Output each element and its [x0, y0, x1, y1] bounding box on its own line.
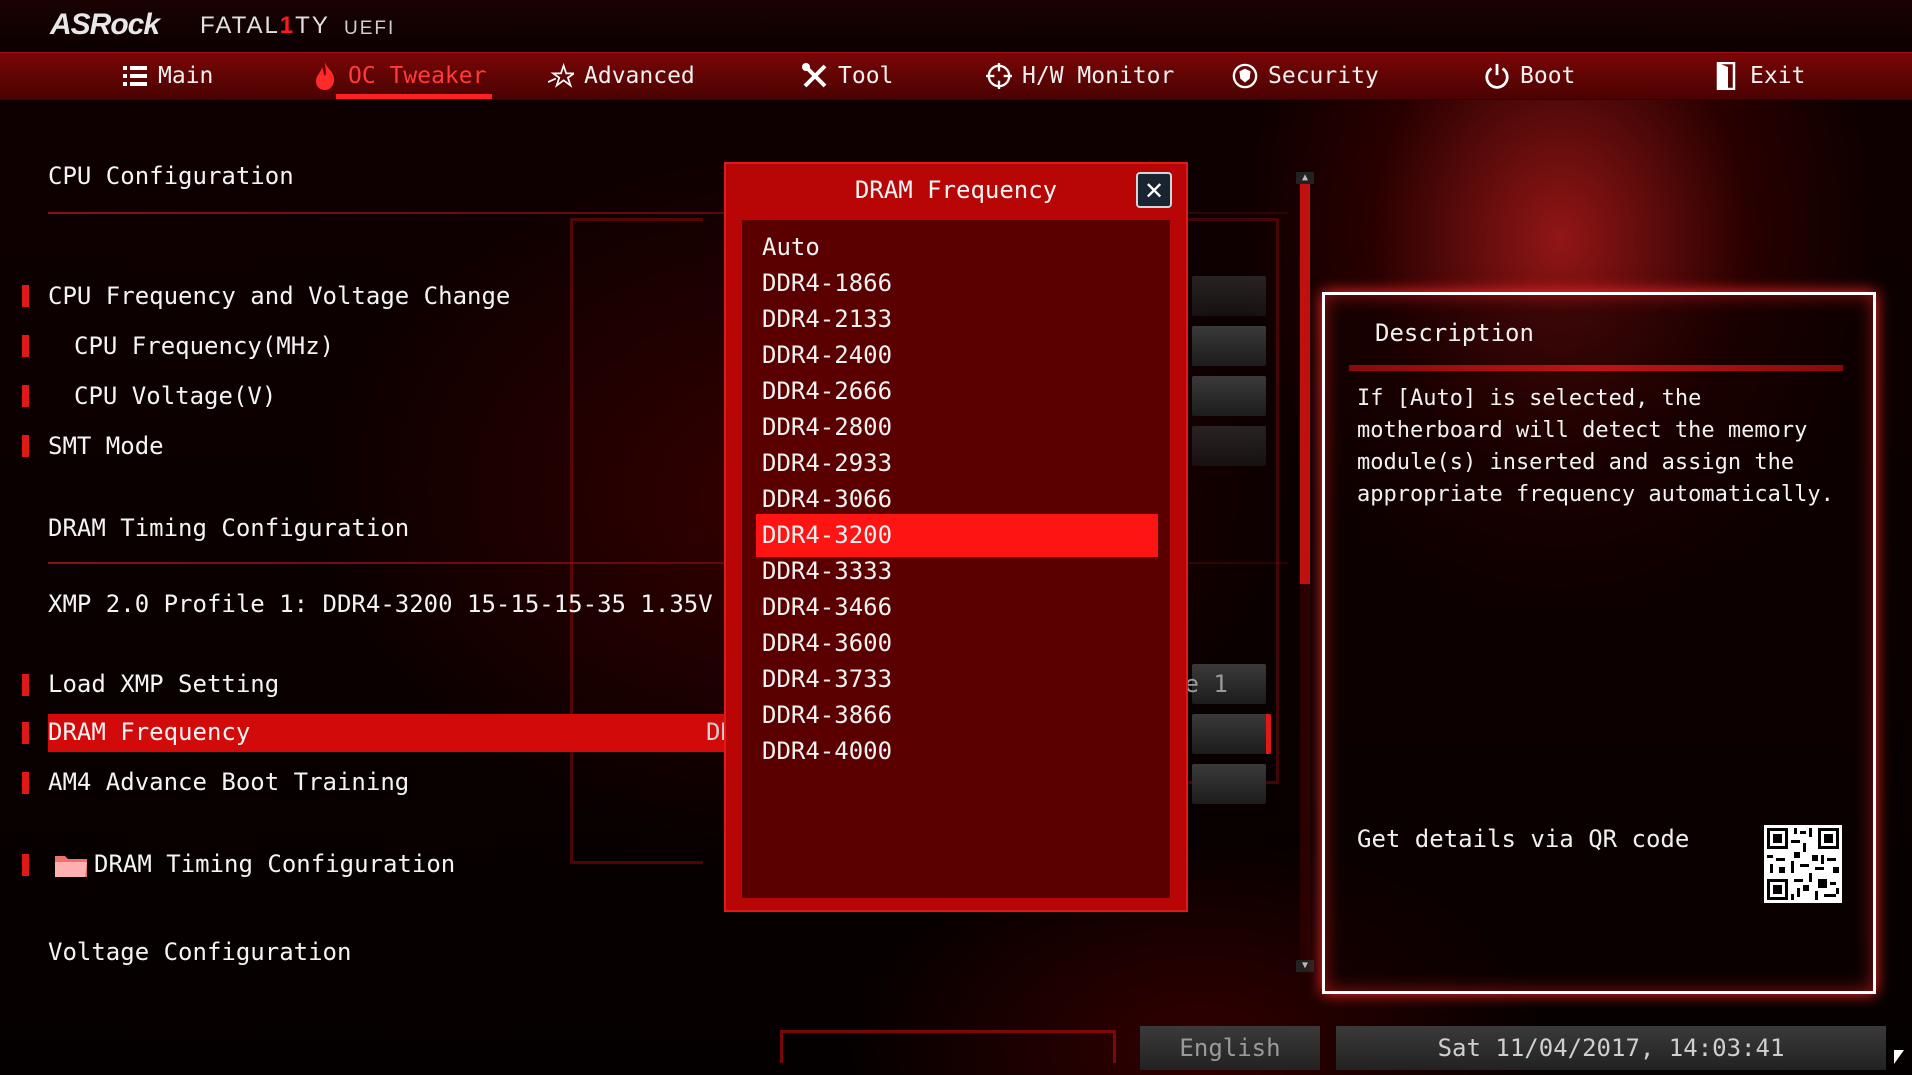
dram-frequency-dialog: DRAM Frequency ✕ Auto DDR4-1866 DDR4-213… [724, 162, 1188, 912]
item-marker [22, 385, 29, 407]
xmp-profile-info: XMP 2.0 Profile 1: DDR4-3200 15-15-15-35… [48, 590, 713, 618]
menu-item-smt-mode[interactable]: SMT Mode [48, 432, 164, 460]
decorative-frame [780, 1030, 1116, 1063]
submenu-dram-timing-configuration[interactable]: DRAM Timing Configuration [94, 850, 455, 878]
tab-oc-tweaker[interactable]: OC Tweaker [312, 61, 493, 99]
dram-frequency-value-box[interactable] [1192, 714, 1271, 754]
top-header: ASRock FATAL1TY UEFI [0, 0, 1912, 52]
tab-hw-monitor[interactable]: H/W Monitor [986, 61, 1174, 91]
description-divider [1349, 365, 1843, 371]
item-marker [22, 772, 29, 794]
am4-boot-training-value-box[interactable] [1192, 764, 1266, 804]
tab-security[interactable]: Security [1232, 61, 1379, 91]
language-selector[interactable]: English [1140, 1026, 1320, 1070]
tab-label: H/W Monitor [1022, 63, 1175, 89]
close-button[interactable]: ✕ [1136, 172, 1172, 208]
dialog-title: DRAM Frequency [854, 176, 1058, 204]
power-icon [1484, 63, 1510, 89]
tab-label: Advanced [584, 63, 695, 89]
folder-icon [54, 852, 88, 882]
tools-icon [802, 63, 828, 89]
value-box [1192, 376, 1266, 416]
star-icon [548, 63, 574, 89]
tab-label: Main [158, 63, 214, 89]
qr-code-image[interactable] [1764, 825, 1842, 903]
tab-boot[interactable]: Boot [1484, 61, 1575, 91]
item-marker [22, 335, 29, 357]
section-voltage-configuration[interactable]: Voltage Configuration [48, 938, 351, 966]
option-ddr4-4000[interactable]: DDR4-4000 [756, 730, 1158, 773]
menu-item-dram-frequency[interactable]: DRAM Frequency [48, 718, 250, 746]
shield-icon [1232, 63, 1258, 89]
menu-item-load-xmp-setting[interactable]: Load XMP Setting [48, 670, 279, 698]
description-panel: Description If [Auto] is selected, the m… [1322, 292, 1876, 994]
value-box [1192, 426, 1266, 466]
item-marker [22, 285, 29, 307]
tab-label: OC Tweaker [348, 63, 487, 89]
flame-icon [312, 62, 338, 90]
crosshair-icon [986, 63, 1012, 89]
menu-item-cpu-freq-voltage-change[interactable]: CPU Frequency and Voltage Change [48, 282, 510, 310]
scrollbar-thumb[interactable] [1300, 182, 1310, 584]
tab-label: Security [1268, 63, 1379, 89]
fatality-logo: FATAL1TY [200, 12, 330, 39]
scroll-down-arrow[interactable]: ▼ [1296, 960, 1314, 972]
description-title: Description [1375, 319, 1534, 347]
menu-item-am4-advance-boot-training[interactable]: AM4 Advance Boot Training [48, 768, 409, 796]
item-marker [22, 435, 29, 457]
section-dram-timing-configuration[interactable]: DRAM Timing Configuration [48, 514, 409, 542]
frequency-option-list: Auto DDR4-1866 DDR4-2133 DDR4-2400 DDR4-… [742, 220, 1170, 898]
item-marker [22, 854, 29, 876]
tab-advanced[interactable]: Advanced [548, 61, 695, 91]
door-exit-icon [1714, 62, 1740, 90]
menu-item-cpu-voltage[interactable]: CPU Voltage(V) [74, 382, 276, 410]
uefi-label: UEFI [344, 18, 396, 39]
description-text: If [Auto] is selected, the motherboard w… [1357, 386, 1834, 507]
datetime-display: Sat 11/04/2017, 14:03:41 [1336, 1026, 1886, 1070]
value-box [1192, 326, 1266, 366]
main-nav: Main OC Tweaker Advanced Tool H/W Monito… [0, 52, 1912, 100]
scroll-up-arrow[interactable]: ▲ [1296, 172, 1314, 184]
list-icon [122, 63, 148, 89]
tab-label: Tool [838, 63, 894, 89]
item-marker [22, 674, 29, 696]
tab-exit[interactable]: Exit [1714, 61, 1805, 91]
qr-code-label: Get details via QR code [1357, 825, 1690, 853]
decorative-frame [570, 218, 703, 864]
tab-main[interactable]: Main [122, 61, 213, 91]
value-box [1192, 276, 1266, 316]
tab-label: Exit [1750, 63, 1806, 89]
section-cpu-configuration[interactable]: CPU Configuration [48, 162, 294, 190]
close-icon: ✕ [1143, 177, 1165, 205]
tab-label: Boot [1520, 63, 1576, 89]
mouse-cursor [1894, 1050, 1904, 1064]
tab-tool[interactable]: Tool [802, 61, 893, 91]
asrock-logo: ASRock [50, 8, 160, 41]
menu-item-cpu-frequency[interactable]: CPU Frequency(MHz) [74, 332, 334, 360]
item-marker [22, 722, 29, 744]
